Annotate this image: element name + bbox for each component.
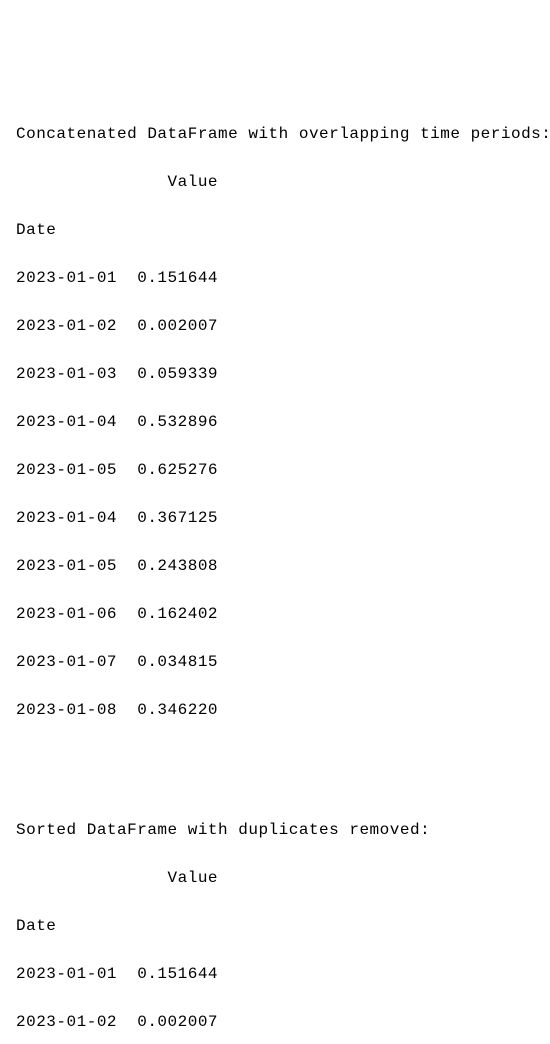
table-row: 2023-01-05 0.243808: [16, 554, 550, 578]
value-cell: 0.243808: [137, 557, 218, 575]
date-cell: 2023-01-05: [16, 557, 117, 575]
output-block-2: Sorted DataFrame with duplicates removed…: [16, 794, 550, 1044]
block1-col-header: Value: [16, 170, 550, 194]
table-row: 2023-01-04 0.367125: [16, 506, 550, 530]
table-row: 2023-01-08 0.346220: [16, 698, 550, 722]
value-cell: 0.151644: [137, 269, 218, 287]
block2-heading: Sorted DataFrame with duplicates removed…: [16, 818, 550, 842]
date-cell: 2023-01-01: [16, 269, 117, 287]
value-cell: 0.059339: [137, 365, 218, 383]
date-cell: 2023-01-06: [16, 605, 117, 623]
date-cell: 2023-01-05: [16, 461, 117, 479]
value-cell: 0.346220: [137, 701, 218, 719]
value-cell: 0.151644: [137, 965, 218, 983]
value-cell: 0.034815: [137, 653, 218, 671]
table-row: 2023-01-06 0.162402: [16, 602, 550, 626]
table-row: 2023-01-07 0.034815: [16, 650, 550, 674]
value-cell: 0.532896: [137, 413, 218, 431]
value-cell: 0.367125: [137, 509, 218, 527]
table-row: 2023-01-01 0.151644: [16, 266, 550, 290]
value-cell: 0.625276: [137, 461, 218, 479]
value-cell: 0.162402: [137, 605, 218, 623]
table-row: 2023-01-02 0.002007: [16, 1010, 550, 1034]
block2-index-label: Date: [16, 914, 550, 938]
output-block-1: Concatenated DataFrame with overlapping …: [16, 98, 550, 746]
block1-heading: Concatenated DataFrame with overlapping …: [16, 122, 550, 146]
date-cell: 2023-01-03: [16, 365, 117, 383]
date-cell: 2023-01-01: [16, 965, 117, 983]
table-row: 2023-01-01 0.151644: [16, 962, 550, 986]
date-cell: 2023-01-07: [16, 653, 117, 671]
date-cell: 2023-01-04: [16, 413, 117, 431]
date-cell: 2023-01-02: [16, 1013, 117, 1031]
table-row: 2023-01-02 0.002007: [16, 314, 550, 338]
value-cell: 0.002007: [137, 317, 218, 335]
block2-col-header: Value: [16, 866, 550, 890]
table-row: 2023-01-03 0.059339: [16, 362, 550, 386]
date-cell: 2023-01-04: [16, 509, 117, 527]
date-cell: 2023-01-08: [16, 701, 117, 719]
table-row: 2023-01-04 0.532896: [16, 410, 550, 434]
date-cell: 2023-01-02: [16, 317, 117, 335]
value-cell: 0.002007: [137, 1013, 218, 1031]
table-row: 2023-01-05 0.625276: [16, 458, 550, 482]
block1-index-label: Date: [16, 218, 550, 242]
